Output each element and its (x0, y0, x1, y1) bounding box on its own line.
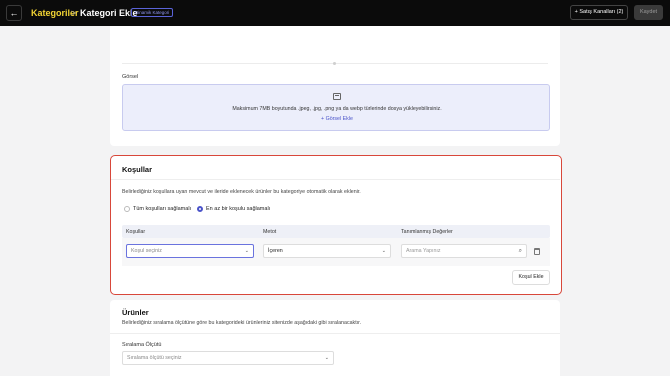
top-bar: ← Kategoriler > Kategori Ekle Dinamik Ka… (0, 0, 670, 26)
products-description: Belirlediğiniz sıralama ölçütüne göre bu… (122, 320, 362, 326)
conditions-table-header: Koşullar Metot Tanımlanmış Değerler (122, 225, 550, 238)
image-icon (333, 93, 341, 100)
arrow-left-icon: ← (9, 8, 19, 18)
conditions-card: Koşullar Belirlediğiniz koşullara uyan m… (110, 155, 562, 295)
image-dropzone[interactable]: Maksimum 7MB boyutunda .jpeg, .jpg, .png… (122, 84, 550, 131)
resize-handle (333, 62, 336, 65)
select-placeholder: Koşul seçiniz (131, 248, 162, 254)
delete-icon[interactable] (534, 248, 540, 255)
radio-any-condition[interactable]: En az bir koşulu sağlamalı (197, 206, 270, 212)
breadcrumb-separator: > (71, 8, 77, 18)
conditions-title: Koşullar (122, 165, 153, 174)
input-placeholder: Arama Yapınız (406, 248, 441, 254)
chevron-down-icon: ⌄ (381, 248, 386, 254)
upload-hint: Maksimum 7MB boyutunda .jpeg, .jpg, .png… (232, 106, 442, 112)
save-button[interactable]: Kaydet (634, 5, 663, 20)
radio-all-conditions[interactable]: Tüm koşulları sağlamalı (124, 206, 191, 212)
products-card: Ürünler Belirlediğiniz sıralama ölçütüne… (110, 300, 560, 376)
radio-checked-icon (197, 206, 203, 212)
value-search-input[interactable]: Arama Yapınız ⌕ (401, 244, 527, 258)
select-placeholder: Sıralama ölçütü seçiniz (127, 355, 182, 361)
chevron-down-icon: ⌄ (324, 355, 329, 361)
sort-select[interactable]: Sıralama ölçütü seçiniz ⌄ (122, 351, 334, 365)
divider (111, 179, 560, 180)
radio-label: Tüm koşulları sağlamalı (133, 206, 192, 212)
conditions-description: Belirlediğiniz koşullara uyan mevcut ve … (122, 189, 361, 195)
condition-select[interactable]: Koşul seçiniz ⌄ (126, 244, 254, 258)
divider (110, 333, 560, 334)
image-label: Görsel (122, 74, 139, 80)
add-condition-button[interactable]: Koşul Ekle (512, 270, 550, 285)
column-header: Metot (263, 229, 277, 235)
add-image-link[interactable]: + Görsel Ekle (123, 116, 551, 122)
method-select[interactable]: İçeren ⌄ (263, 244, 391, 258)
radio-unchecked-icon (124, 206, 130, 212)
sales-channels-button[interactable]: + Satış Kanalları (2) (570, 5, 628, 20)
products-title: Ürünler (122, 308, 149, 317)
sort-label: Sıralama Ölçütü (122, 342, 162, 348)
back-button[interactable]: ← (6, 5, 22, 21)
radio-label: En az bir koşulu sağlamalı (206, 206, 271, 212)
table-row: Koşul seçiniz ⌄ İçeren ⌄ Arama Yapınız ⌕ (122, 238, 550, 266)
select-value: İçeren (268, 248, 283, 254)
search-icon: ⌕ (518, 248, 522, 254)
page-title: Kategori Ekle (80, 8, 138, 18)
image-card: Görsel Maksimum 7MB boyutunda .jpeg, .jp… (110, 26, 560, 146)
column-header: Tanımlanmış Değerler (401, 229, 453, 235)
dynamic-category-badge: Dinamik Kategori (131, 8, 174, 17)
chevron-down-icon: ⌄ (244, 248, 249, 254)
column-header: Koşullar (126, 229, 146, 235)
